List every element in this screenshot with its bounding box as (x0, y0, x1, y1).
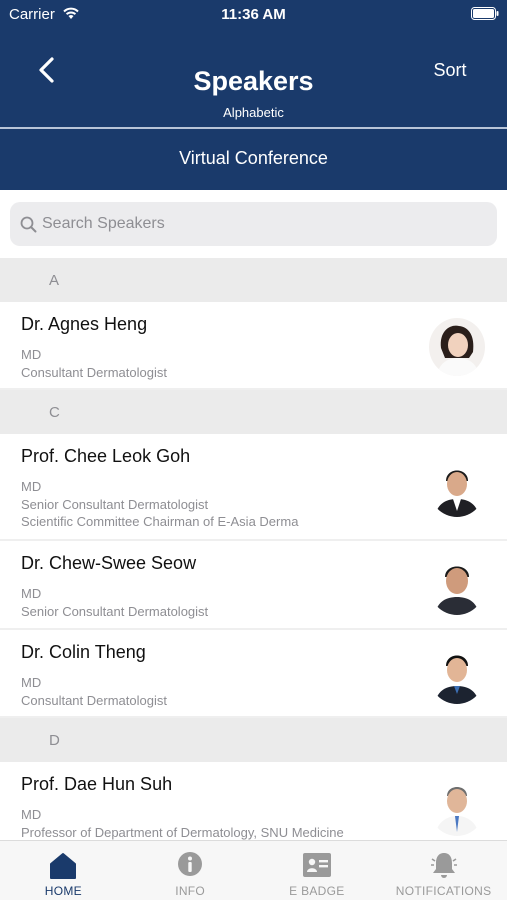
speaker-title: Senior Consultant Dermatologist (21, 496, 209, 512)
speaker-degree: MD (21, 586, 42, 601)
tab-home[interactable]: HOME (0, 841, 127, 900)
speaker-row[interactable]: Dr. Agnes Heng MD Consultant Dermatologi… (0, 302, 507, 390)
speaker-name: Prof. Dae Hun Suh (21, 774, 173, 794)
section-header-a: A (0, 258, 507, 302)
speaker-avatar (429, 318, 485, 376)
speaker-name: Dr. Agnes Heng (21, 314, 148, 334)
tab-label: NOTIFICATIONS (395, 884, 492, 898)
header-divider (0, 127, 507, 129)
speaker-degree: MD (21, 675, 42, 690)
section-header-d: D (0, 718, 507, 762)
sort-button[interactable]: Sort (420, 60, 480, 81)
status-time: 11:36 AM (221, 6, 286, 23)
speaker-degree: MD (21, 807, 42, 822)
speaker-degree: MD (21, 347, 42, 362)
speaker-degree: MD (21, 479, 42, 494)
speaker-title: Senior Consultant Dermatologist (21, 603, 209, 619)
speaker-title: Professor of Department of Dermatology, … (21, 824, 344, 840)
speaker-name: Prof. Chee Leok Goh (21, 446, 191, 466)
speaker-list[interactable]: A Dr. Agnes Heng MD Consultant Dermatolo… (0, 258, 507, 840)
speaker-role: Scientific Committee Chairman of E-Asia … (21, 514, 299, 529)
section-header-c: C (0, 390, 507, 434)
search-bar[interactable] (10, 202, 497, 246)
conference-label[interactable]: Virtual Conference (0, 148, 507, 169)
speaker-avatar (429, 646, 485, 704)
home-icon (50, 853, 77, 879)
tab-notifications[interactable]: NOTIFICATIONS (380, 841, 507, 900)
bell-icon (430, 853, 457, 878)
badge-icon (302, 853, 331, 877)
search-icon (20, 216, 37, 233)
tab-label: INFO (175, 884, 206, 898)
speaker-title: Consultant Dermatologist (21, 692, 167, 708)
tab-e-badge[interactable]: E BADGE (254, 841, 381, 900)
speaker-avatar (429, 778, 485, 836)
tab-bar: HOME INFO E BADGE NOTIFICATIONS (0, 840, 507, 900)
speaker-row[interactable]: Prof. Chee Leok Goh MD Senior Consultant… (0, 434, 507, 541)
tab-info[interactable]: INFO (127, 841, 254, 900)
header: Carrier 11:36 AM Speakers Alphabetic Sor… (0, 0, 507, 190)
info-icon (178, 852, 203, 876)
battery-icon (471, 7, 499, 20)
speaker-name: Dr. Chew-Swee Seow (21, 553, 197, 573)
speaker-row[interactable]: Dr. Chew-Swee Seow MD Senior Consultant … (0, 541, 507, 630)
speaker-title: Consultant Dermatologist (21, 364, 167, 380)
speaker-avatar (429, 557, 485, 615)
page-subtitle: Alphabetic (223, 105, 284, 120)
speaker-avatar (429, 459, 485, 517)
speaker-row[interactable]: Prof. Dae Hun Suh MD Professor of Depart… (0, 762, 507, 840)
search-input[interactable] (42, 202, 482, 246)
status-bar: Carrier 11:36 AM (0, 0, 507, 28)
speaker-row[interactable]: Dr. Colin Theng MD Consultant Dermatolog… (0, 630, 507, 718)
speaker-name: Dr. Colin Theng (21, 642, 146, 662)
tab-label: E BADGE (289, 884, 345, 898)
tab-label: HOME (44, 884, 82, 898)
